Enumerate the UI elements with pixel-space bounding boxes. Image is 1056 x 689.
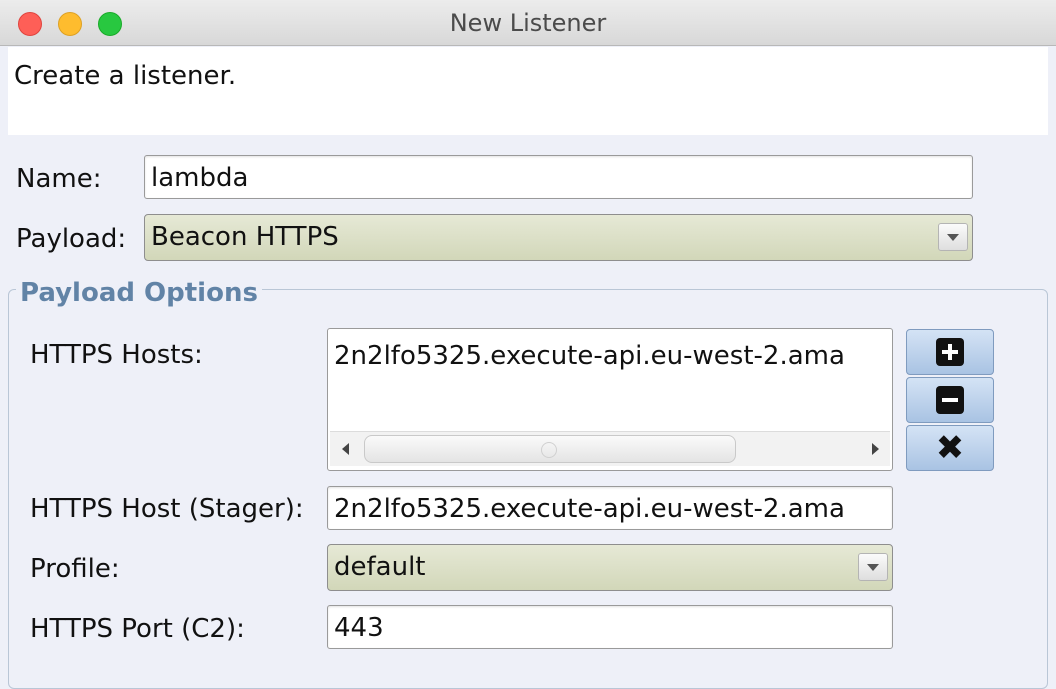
list-item[interactable]: 2n2lfo5325.execute-api.eu-west-2.ama	[334, 341, 845, 371]
https-hosts-label: HTTPS Hosts:	[30, 340, 203, 370]
scroll-left-button[interactable]	[330, 432, 360, 466]
description-banner: Create a listener.	[8, 47, 1048, 135]
arrow-left-icon	[341, 443, 349, 455]
chevron-down-icon	[867, 563, 879, 571]
payload-select-value: Beacon HTTPS	[151, 222, 339, 252]
add-host-button[interactable]	[906, 329, 994, 375]
minus-icon	[936, 386, 964, 414]
arrow-right-icon	[871, 443, 879, 455]
profile-dropdown-button[interactable]	[858, 553, 888, 581]
grip-icon	[541, 442, 557, 458]
name-field[interactable]: lambda	[144, 155, 973, 199]
profile-label: Profile:	[30, 554, 120, 584]
https-hosts-list[interactable]: 2n2lfo5325.execute-api.eu-west-2.ama	[327, 328, 893, 471]
payload-label: Payload:	[16, 224, 127, 254]
horizontal-scrollbar[interactable]	[330, 431, 890, 466]
name-label: Name:	[16, 164, 102, 194]
profile-select[interactable]: default	[327, 544, 893, 591]
x-icon: ✖	[935, 428, 965, 468]
remove-host-button[interactable]	[906, 377, 994, 423]
chevron-down-icon	[947, 233, 959, 241]
stager-host-field[interactable]: 2n2lfo5325.execute-api.eu-west-2.ama	[327, 486, 893, 530]
payload-select[interactable]: Beacon HTTPS	[144, 214, 973, 261]
payload-options-title: Payload Options	[16, 278, 262, 308]
stager-host-label: HTTPS Host (Stager):	[30, 494, 304, 524]
port-label: HTTPS Port (C2):	[30, 614, 245, 644]
banner-text: Create a listener.	[14, 61, 237, 91]
profile-select-value: default	[334, 552, 426, 582]
port-field[interactable]: 443	[327, 605, 893, 649]
window-title: New Listener	[449, 9, 607, 37]
clear-hosts-button[interactable]: ✖	[906, 425, 994, 471]
window-titlebar: New Listener	[0, 0, 1056, 46]
payload-dropdown-button[interactable]	[938, 223, 968, 251]
scroll-right-button[interactable]	[860, 432, 890, 466]
plus-icon	[936, 338, 964, 366]
scrollbar-thumb[interactable]	[364, 435, 736, 463]
